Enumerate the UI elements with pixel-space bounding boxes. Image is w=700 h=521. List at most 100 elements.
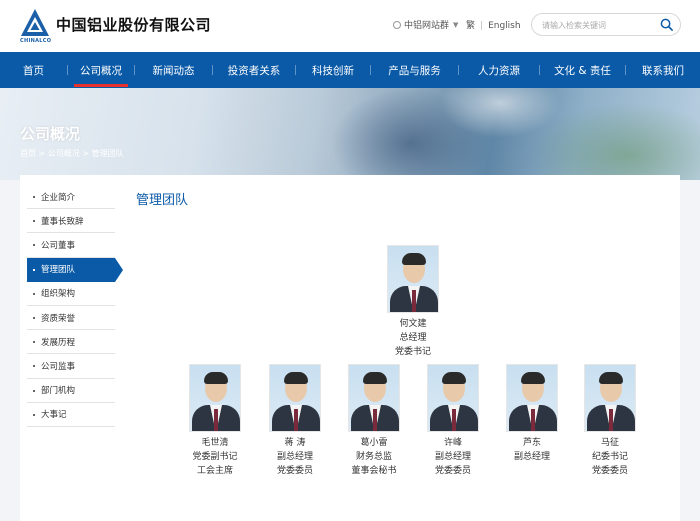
content-panel: 企业简介 董事长致辞 公司董事 管理团队 组织架构 资质荣誉 发展历程 公司监事… (20, 175, 680, 521)
member-card[interactable]: 毛世清 党委副书记 工会主席 (184, 364, 246, 478)
portrait-tie (294, 409, 298, 431)
logo-subtitle: CHINALCO (20, 38, 52, 44)
leader-card[interactable]: 何文建 总经理 党委书记 (382, 245, 444, 359)
bullet-icon (33, 268, 35, 271)
site-header: CHINALCO 中国铝业股份有限公司 中铝网站群 ▼ 繁 | English (0, 0, 700, 52)
sidebar-item-management-team[interactable]: 管理团队 (27, 257, 123, 282)
sidebar-item-honors[interactable]: 资质荣誉 (27, 306, 115, 331)
lang-traditional-link[interactable]: 繁 (466, 21, 475, 31)
sidebar-item-label: 公司监事 (41, 361, 76, 372)
sidebar-item-label: 管理团队 (41, 265, 76, 276)
person-name: 马征 (600, 438, 619, 448)
nav-item-innovation[interactable]: 科技创新 (296, 52, 370, 88)
nav-item-contact-us[interactable]: 联系我们 (626, 52, 700, 88)
nav-item-news[interactable]: 新闻动态 (135, 52, 212, 88)
portrait-hair (363, 372, 387, 384)
bullet-icon (33, 341, 35, 344)
section-title: 管理团队 (136, 193, 189, 208)
bullet-icon (33, 244, 35, 247)
person-name: 何文建 (399, 319, 427, 329)
member-photo (189, 364, 241, 432)
sidebar-item-label: 大事记 (41, 410, 67, 421)
member-card[interactable]: 马征 纪委书记 党委委员 (579, 364, 641, 478)
lang-english-link[interactable]: English (488, 21, 521, 31)
person-title: 党委委员 (591, 466, 628, 476)
sidebar-item-directors[interactable]: 公司董事 (27, 233, 115, 258)
portrait-tie (373, 409, 377, 431)
person-name: 芦东 (522, 438, 541, 448)
member-card[interactable]: 蒋 涛 副总经理 党委委员 (264, 364, 326, 478)
site-group-dropdown[interactable]: 中铝网站群 ▼ (393, 18, 458, 31)
company-logo[interactable]: CHINALCO 中国铝业股份有限公司 (20, 8, 212, 44)
person-name: 许峰 (443, 438, 462, 448)
portrait-hair (442, 372, 466, 384)
member-photo (269, 364, 321, 432)
sidebar-item-label: 部门机构 (41, 386, 76, 397)
site-group-label: 中铝网站群 (404, 21, 450, 31)
active-arrow-icon (115, 257, 123, 282)
portrait-hair (204, 372, 228, 384)
sidebar-item-organization[interactable]: 组织架构 (27, 282, 115, 306)
sidebar-item-chairman-speech[interactable]: 董事长致辞 (27, 209, 115, 234)
member-photo (506, 364, 558, 432)
sidebar-item-milestones[interactable]: 大事记 (27, 403, 115, 427)
chinalco-logo-icon: CHINALCO (20, 8, 51, 44)
bullet-icon (33, 220, 35, 223)
page-title: 公司概况 (20, 125, 81, 143)
person-name: 蒋 涛 (284, 438, 306, 448)
bullet-icon (33, 365, 35, 368)
person-name: 毛世清 (201, 438, 229, 448)
member-card[interactable]: 芦东 副总经理 (501, 364, 563, 464)
bullet-icon (33, 389, 35, 392)
person-title: 财务总监 (355, 452, 392, 462)
company-name: 中国铝业股份有限公司 (56, 15, 212, 34)
bullet-icon (33, 196, 35, 198)
sidebar-item-departments[interactable]: 部门机构 (27, 379, 115, 403)
person-title: 董事会秘书 (351, 466, 397, 476)
member-card[interactable]: 葛小雷 财务总监 董事会秘书 (343, 364, 405, 478)
member-photo (427, 364, 479, 432)
person-title: 总经理 (399, 333, 427, 343)
lang-divider: | (480, 21, 484, 31)
sidebar-item-supervisors[interactable]: 公司监事 (27, 354, 115, 379)
member-photo (584, 364, 636, 432)
globe-icon (393, 20, 401, 29)
sidebar-item-company-profile[interactable]: 企业简介 (27, 185, 115, 210)
nav-item-home[interactable]: 首页 (0, 52, 67, 88)
sidebar-item-label: 组织架构 (41, 289, 76, 300)
person-title: 党委委员 (434, 466, 471, 476)
page-banner: 公司概况 首页 > 公司概况 > 管理团队 (0, 88, 700, 180)
portrait-tie (214, 409, 218, 431)
portrait-hair (284, 372, 308, 384)
sidebar-item-label: 企业简介 (41, 192, 76, 203)
sidebar-item-history[interactable]: 发展历程 (27, 330, 115, 355)
leader-photo (387, 245, 439, 313)
breadcrumb[interactable]: 首页 > 公司概况 > 管理团队 (20, 148, 124, 159)
nav-item-culture-responsibility[interactable]: 文化 & 责任 (540, 52, 625, 88)
person-title: 纪委书记 (591, 452, 628, 462)
nav-item-investor-relations[interactable]: 投资者关系 (213, 52, 295, 88)
person-title: 党委委员 (276, 466, 313, 476)
bullet-icon (33, 292, 35, 295)
portrait-tie (531, 409, 535, 431)
person-title: 工会主席 (196, 466, 233, 476)
member-card[interactable]: 许峰 副总经理 党委委员 (422, 364, 484, 478)
sidebar-item-label: 资质荣誉 (41, 313, 76, 324)
search-box (531, 13, 681, 36)
person-title: 党委副书记 (192, 452, 238, 462)
portrait-hair (521, 372, 545, 384)
nav-item-products-services[interactable]: 产品与服务 (371, 52, 458, 88)
person-title: 副总经理 (276, 452, 313, 462)
search-icon[interactable] (660, 18, 673, 31)
portrait-tie (452, 409, 456, 431)
person-name: 葛小雷 (360, 438, 388, 448)
language-switcher: 繁 | English (466, 18, 521, 31)
person-title: 副总经理 (434, 452, 471, 462)
search-input[interactable] (542, 19, 652, 31)
nav-item-human-resources[interactable]: 人力资源 (459, 52, 539, 88)
sidebar-item-label: 董事长致辞 (41, 216, 84, 227)
portrait-tie (412, 290, 416, 312)
chevron-down-icon: ▼ (453, 20, 459, 29)
portrait-hair (599, 372, 623, 384)
nav-item-company-overview[interactable]: 公司概况 (68, 52, 134, 88)
